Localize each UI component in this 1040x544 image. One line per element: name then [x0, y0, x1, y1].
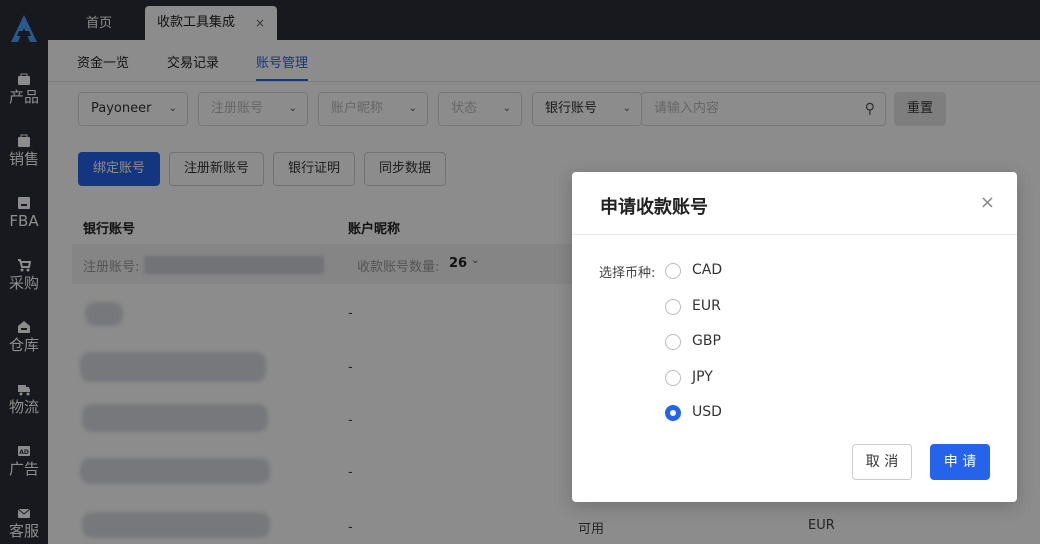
radio-circle[interactable]: [665, 334, 681, 350]
cancel-button[interactable]: 取 消: [852, 444, 912, 480]
radio-label: CAD: [692, 262, 723, 278]
radio-circle[interactable]: [665, 263, 681, 279]
modal-divider: [572, 234, 1017, 235]
radio-circle[interactable]: [665, 370, 681, 386]
apply-button[interactable]: 申 请: [930, 444, 990, 480]
radio-circle-selected[interactable]: [665, 405, 681, 421]
modal-title: 申请收款账号: [600, 197, 708, 218]
radio-label: GBP: [692, 333, 721, 349]
radio-label: EUR: [692, 298, 721, 314]
radio-circle[interactable]: [665, 299, 681, 315]
currency-field-label: 选择币种:: [599, 266, 656, 281]
radio-label: JPY: [692, 369, 713, 385]
close-icon[interactable]: ×: [980, 192, 995, 213]
apply-account-modal: 申请收款账号 × 选择币种: CAD EUR GBP JPY USD 取 消 申…: [572, 172, 1017, 502]
radio-label: USD: [692, 404, 722, 420]
